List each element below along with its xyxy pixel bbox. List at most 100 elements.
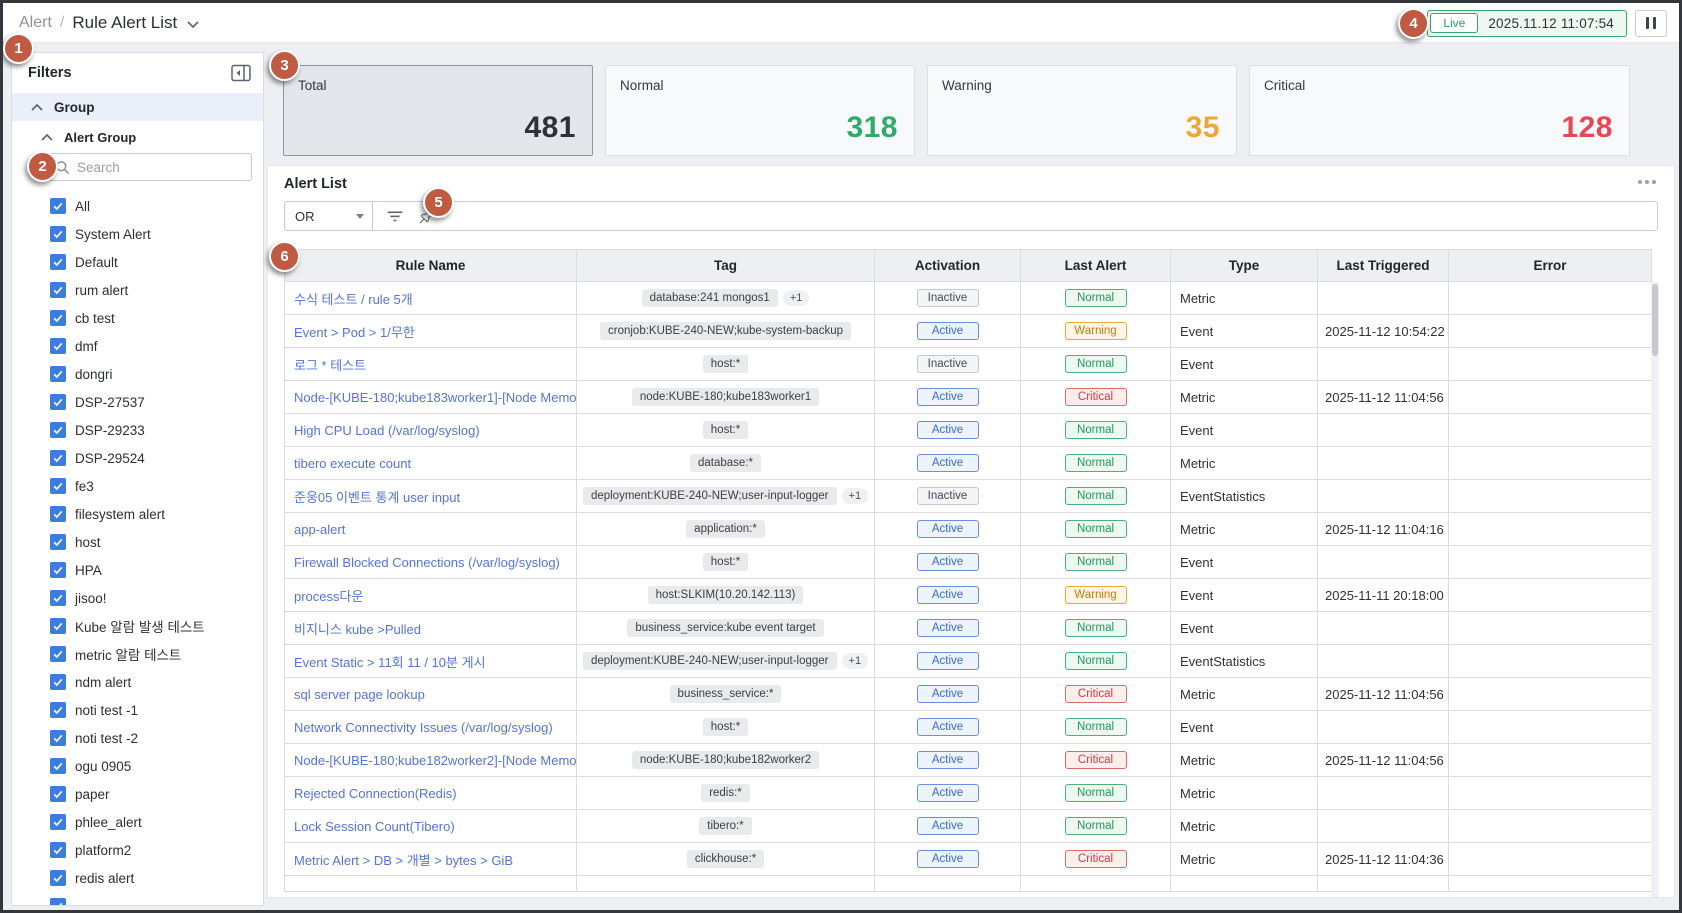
filter-group-item[interactable]: fe3 bbox=[12, 472, 263, 500]
summary-card[interactable]: Warning 35 bbox=[927, 65, 1237, 156]
filter-group-item[interactable]: rum alert bbox=[12, 276, 263, 304]
filter-group-item[interactable]: DSP-29233 bbox=[12, 416, 263, 444]
tag-overflow-count[interactable]: +1 bbox=[783, 290, 810, 306]
last-triggered-cell bbox=[1318, 810, 1449, 843]
checkbox-checked-icon[interactable] bbox=[50, 814, 66, 830]
more-menu-icon[interactable] bbox=[1638, 180, 1656, 184]
checkbox-checked-icon[interactable] bbox=[50, 198, 66, 214]
filter-group-item[interactable]: DSP-27537 bbox=[12, 388, 263, 416]
column-header[interactable]: Last Alert bbox=[1021, 250, 1171, 282]
rule-name-link[interactable]: 비지니스 kube >Pulled bbox=[294, 622, 421, 637]
chevron-down-icon[interactable] bbox=[187, 21, 199, 29]
checkbox-checked-icon[interactable] bbox=[50, 730, 66, 746]
filter-group-item[interactable]: noti test -1 bbox=[12, 696, 263, 724]
filter-group-item[interactable]: noti test -2 bbox=[12, 724, 263, 752]
column-header[interactable]: Activation bbox=[875, 250, 1021, 282]
checkbox-checked-icon[interactable] bbox=[50, 366, 66, 382]
checkbox-checked-icon[interactable] bbox=[50, 226, 66, 242]
rule-name-link[interactable]: Firewall Blocked Connections (/var/log/s… bbox=[294, 555, 560, 570]
rule-name-link[interactable]: sql server page lookup bbox=[294, 687, 425, 702]
rule-name-link[interactable]: app-alert bbox=[294, 522, 345, 537]
rule-name-link[interactable]: 로그 * 테스트 bbox=[294, 358, 366, 373]
tag-overflow-count[interactable]: +1 bbox=[842, 653, 869, 669]
filter-group-item[interactable]: dmf bbox=[12, 332, 263, 360]
filter-group-header[interactable]: Group bbox=[12, 93, 263, 121]
filter-group-item[interactable] bbox=[12, 892, 263, 906]
checkbox-checked-icon[interactable] bbox=[50, 338, 66, 354]
checkbox-checked-icon[interactable] bbox=[50, 870, 66, 886]
type-cell: Metric bbox=[1171, 447, 1318, 480]
tag-overflow-count[interactable]: +1 bbox=[842, 488, 869, 504]
table-scrollbar[interactable] bbox=[1651, 282, 1659, 898]
rule-name-link[interactable]: Lock Session Count(Tibero) bbox=[294, 819, 455, 834]
filter-group-item[interactable]: ndm alert bbox=[12, 668, 263, 696]
column-header[interactable]: Rule Name bbox=[285, 250, 577, 282]
rule-name-link[interactable]: process다운 bbox=[294, 589, 363, 604]
alert-group-header[interactable]: Alert Group bbox=[12, 124, 263, 150]
filter-group-item[interactable]: redis alert bbox=[12, 864, 263, 892]
filter-group-item[interactable]: System Alert bbox=[12, 220, 263, 248]
collapse-panel-icon[interactable] bbox=[231, 64, 251, 82]
filter-group-item[interactable]: cb test bbox=[12, 304, 263, 332]
checkbox-checked-icon[interactable] bbox=[50, 702, 66, 718]
checkbox-checked-icon[interactable] bbox=[50, 618, 66, 634]
rule-name-link[interactable]: Rejected Connection(Redis) bbox=[294, 786, 457, 801]
scrollbar-thumb[interactable] bbox=[1652, 284, 1658, 356]
summary-card[interactable]: Total 481 bbox=[283, 65, 593, 156]
filter-group-item[interactable]: metric 알람 테스트 bbox=[12, 640, 263, 668]
breadcrumb-alert[interactable]: Alert bbox=[19, 14, 52, 32]
checkbox-checked-icon[interactable] bbox=[50, 758, 66, 774]
filter-group-item[interactable]: HPA bbox=[12, 556, 263, 584]
page-title[interactable]: Rule Alert List bbox=[72, 13, 177, 33]
checkbox-checked-icon[interactable] bbox=[50, 562, 66, 578]
filter-group-item[interactable]: jisoo! bbox=[12, 584, 263, 612]
checkbox-checked-icon[interactable] bbox=[50, 506, 66, 522]
activation-badge: Active bbox=[917, 619, 979, 637]
filter-icon[interactable] bbox=[385, 206, 405, 226]
rule-name-link[interactable]: Metric Alert > DB > 개별 > bytes > GiB bbox=[294, 853, 513, 868]
checkbox-checked-icon[interactable] bbox=[50, 674, 66, 690]
rule-name-link[interactable]: Node-[KUBE-180;kube182worker2]-[Node Mem… bbox=[294, 753, 577, 768]
rule-name-link[interactable]: High CPU Load (/var/log/syslog) bbox=[294, 423, 480, 438]
column-header[interactable]: Error bbox=[1449, 250, 1652, 282]
checkbox-checked-icon[interactable] bbox=[50, 898, 66, 906]
rule-name-link[interactable]: Event > Pod > 1/무한 bbox=[294, 325, 415, 340]
filter-group-item[interactable]: dongri bbox=[12, 360, 263, 388]
checkbox-checked-icon[interactable] bbox=[50, 450, 66, 466]
checkbox-checked-icon[interactable] bbox=[50, 590, 66, 606]
filter-group-item[interactable]: DSP-29524 bbox=[12, 444, 263, 472]
checkbox-checked-icon[interactable] bbox=[50, 534, 66, 550]
checkbox-checked-icon[interactable] bbox=[50, 254, 66, 270]
search-input[interactable] bbox=[47, 154, 251, 180]
column-header[interactable]: Last Triggered bbox=[1318, 250, 1449, 282]
filter-group-item[interactable]: All bbox=[12, 192, 263, 220]
operator-select[interactable]: OR bbox=[285, 202, 373, 230]
rule-name-link[interactable]: 수식 테스트 / rule 5개 bbox=[294, 292, 413, 307]
column-header[interactable]: Tag bbox=[577, 250, 875, 282]
rule-name-link[interactable]: tibero execute count bbox=[294, 456, 411, 471]
filter-group-item[interactable]: platform2 bbox=[12, 836, 263, 864]
checkbox-checked-icon[interactable] bbox=[50, 786, 66, 802]
checkbox-checked-icon[interactable] bbox=[50, 422, 66, 438]
checkbox-checked-icon[interactable] bbox=[50, 478, 66, 494]
checkbox-checked-icon[interactable] bbox=[50, 282, 66, 298]
summary-card[interactable]: Normal 318 bbox=[605, 65, 915, 156]
rule-name-link[interactable]: Network Connectivity Issues (/var/log/sy… bbox=[294, 720, 553, 735]
rule-name-link[interactable]: 준웅05 이벤트 통계 user input bbox=[294, 490, 460, 505]
column-header[interactable]: Type bbox=[1171, 250, 1318, 282]
checkbox-checked-icon[interactable] bbox=[50, 394, 66, 410]
filter-group-item[interactable]: ogu 0905 bbox=[12, 752, 263, 780]
rule-name-link[interactable]: Node-[KUBE-180;kube183worker1]-[Node Mem… bbox=[294, 390, 577, 405]
filter-group-item[interactable]: host bbox=[12, 528, 263, 556]
filter-group-item[interactable]: Default bbox=[12, 248, 263, 276]
summary-card[interactable]: Critical 128 bbox=[1249, 65, 1630, 156]
pause-button[interactable] bbox=[1635, 10, 1667, 37]
rule-name-link[interactable]: Event Static > 11회 11 / 10분 게시 bbox=[294, 655, 486, 670]
checkbox-checked-icon[interactable] bbox=[50, 310, 66, 326]
filter-group-item[interactable]: Kube 알람 발생 테스트 bbox=[12, 612, 263, 640]
checkbox-checked-icon[interactable] bbox=[50, 842, 66, 858]
filter-group-item[interactable]: phlee_alert bbox=[12, 808, 263, 836]
checkbox-checked-icon[interactable] bbox=[50, 646, 66, 662]
filter-group-item[interactable]: paper bbox=[12, 780, 263, 808]
filter-group-item[interactable]: filesystem alert bbox=[12, 500, 263, 528]
